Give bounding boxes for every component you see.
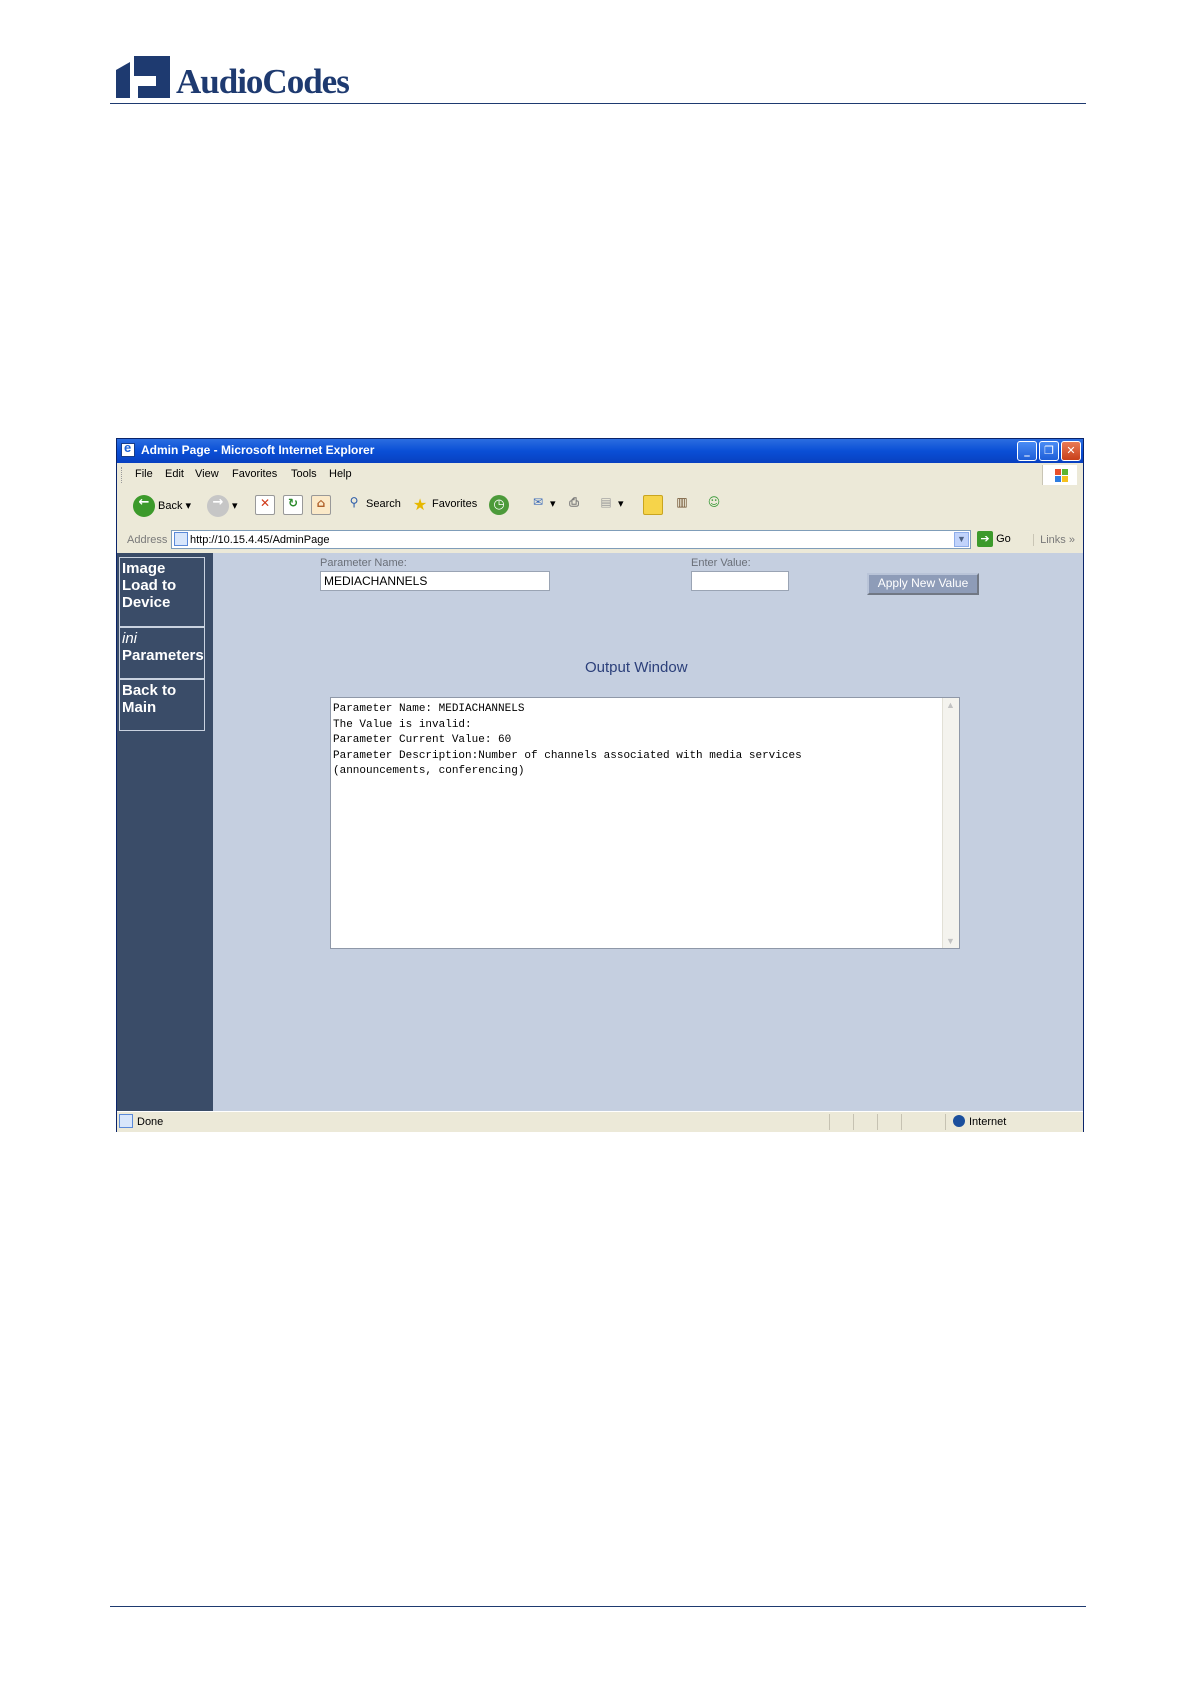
go-arrow-icon: ➔	[977, 531, 993, 547]
nav-image-load-label: Image Load to Device	[122, 560, 177, 611]
status-bar: Done Internet	[117, 1111, 1083, 1132]
stop-button[interactable]: ✕	[255, 495, 275, 519]
status-divider	[877, 1114, 878, 1130]
messenger-icon: ☺	[707, 495, 721, 509]
header-rule	[110, 103, 1086, 104]
output-text: Parameter Name: MEDIACHANNELS The Value …	[333, 703, 802, 777]
status-divider	[853, 1114, 854, 1130]
output-window-title: Output Window	[585, 659, 688, 676]
links-button[interactable]: Links »	[1033, 534, 1075, 546]
books-icon: ▥	[676, 495, 688, 509]
nav-image-load[interactable]: Image Load to Device	[119, 557, 205, 627]
security-zone: Internet	[969, 1116, 1007, 1128]
footer-rule	[110, 1606, 1086, 1607]
minimize-button[interactable]: _	[1017, 441, 1037, 461]
menu-file[interactable]: File	[135, 468, 153, 480]
go-button[interactable]: ➔ Go	[977, 531, 1011, 549]
discuss-button[interactable]	[643, 495, 663, 519]
favorites-label: Favorites	[432, 498, 478, 510]
search-button[interactable]: ⚲ Search	[345, 495, 401, 519]
back-button[interactable]: ← Back ▾	[133, 495, 191, 519]
ie-page-icon	[121, 440, 135, 457]
menu-tools[interactable]: Tools	[291, 468, 317, 480]
edit-icon: ▤	[600, 495, 612, 509]
stop-icon: ✕	[255, 495, 275, 515]
apply-new-value-button[interactable]: Apply New Value	[867, 573, 979, 595]
refresh-button[interactable]: ↻	[283, 495, 303, 519]
page-done-icon	[119, 1114, 133, 1128]
forward-button[interactable]: → ▾	[207, 495, 238, 519]
globe-icon	[953, 1115, 965, 1127]
status-divider	[901, 1114, 902, 1130]
close-button[interactable]: ✕	[1061, 441, 1081, 461]
history-button[interactable]: ◷	[489, 495, 509, 519]
home-icon: ⌂	[311, 495, 331, 515]
logo-text: AudioCodes	[176, 62, 350, 101]
menu-help[interactable]: Help	[329, 468, 352, 480]
menu-bar: File Edit View Favorites Tools Help	[117, 463, 1083, 488]
menu-view[interactable]: View	[195, 468, 219, 480]
note-icon	[643, 495, 663, 515]
parameter-name-label: Parameter Name:	[320, 557, 407, 569]
enter-value-label: Enter Value:	[691, 557, 751, 569]
forward-arrow-icon: →	[207, 495, 229, 517]
status-text: Done	[137, 1116, 164, 1128]
back-arrow-icon: ←	[133, 495, 155, 517]
menu-grip	[121, 467, 124, 483]
status-divider	[945, 1114, 946, 1130]
menu-favorites[interactable]: Favorites	[232, 468, 277, 480]
page-icon	[174, 532, 188, 546]
nav-ini-parameters[interactable]: ini Parameters	[119, 627, 205, 679]
history-icon: ◷	[489, 495, 509, 515]
windows-logo-icon	[1042, 465, 1077, 485]
address-field-wrap: ▼	[171, 530, 971, 549]
page-content: Image Load to Device ini Parameters Back…	[117, 553, 1083, 1111]
address-label: Address	[127, 534, 168, 546]
standard-toolbar: ← Back ▾ → ▾ ✕ ↻ ⌂ ⚲ Search ★ Favorites ◷ ✉…	[117, 487, 1083, 528]
chevron-down-icon[interactable]: ▼	[954, 532, 969, 547]
home-button[interactable]: ⌂	[311, 495, 331, 519]
status-divider	[829, 1114, 830, 1130]
address-bar: Address ▼ ➔ Go Links »	[117, 527, 1083, 554]
favorites-button[interactable]: ★ Favorites	[411, 495, 477, 519]
title-bar: Admin Page - Microsoft Internet Explorer…	[117, 439, 1083, 463]
refresh-icon: ↻	[283, 495, 303, 515]
go-label: Go	[996, 532, 1011, 545]
nav-ini-parameters-label: Parameters	[122, 647, 204, 664]
printer-icon: ⎙	[569, 495, 579, 509]
links-label: Links	[1040, 534, 1066, 546]
address-input[interactable]	[190, 532, 930, 547]
research-button[interactable]: ▥	[673, 495, 691, 519]
scroll-up-icon[interactable]: ▲	[945, 700, 956, 710]
search-label: Search	[366, 498, 401, 510]
menu-edit[interactable]: Edit	[165, 468, 184, 480]
mail-icon: ✉	[532, 495, 544, 509]
enter-value-input[interactable]	[691, 571, 789, 591]
parameter-name-input[interactable]: MEDIACHANNELS	[320, 571, 550, 591]
output-window[interactable]: Parameter Name: MEDIACHANNELS The Value …	[330, 697, 960, 949]
audiocodes-logo-mark-icon	[116, 56, 170, 98]
nav-back-to-main[interactable]: Back to Main	[119, 679, 205, 731]
browser-window: Admin Page - Microsoft Internet Explorer…	[116, 438, 1084, 1132]
star-icon: ★	[412, 495, 428, 514]
audiocodes-logo: AudioCodes	[116, 56, 366, 102]
search-icon: ⚲	[349, 495, 359, 509]
restore-button[interactable]: ❐	[1039, 441, 1059, 461]
edit-button[interactable]: ▤ ▾	[597, 495, 623, 519]
nav-back-to-main-label: Back to Main	[122, 682, 177, 716]
left-nav: Image Load to Device ini Parameters Back…	[117, 553, 213, 1111]
nav-ini-italic: ini	[122, 630, 138, 647]
window-title: Admin Page - Microsoft Internet Explorer	[141, 443, 375, 457]
scroll-down-icon[interactable]: ▼	[945, 936, 956, 946]
output-scrollbar[interactable]: ▲ ▼	[942, 698, 959, 948]
back-label: Back	[158, 500, 183, 512]
mail-button[interactable]: ✉ ▾	[529, 495, 556, 519]
messenger-button[interactable]: ☺	[705, 495, 723, 519]
print-button[interactable]: ⎙	[565, 495, 583, 519]
